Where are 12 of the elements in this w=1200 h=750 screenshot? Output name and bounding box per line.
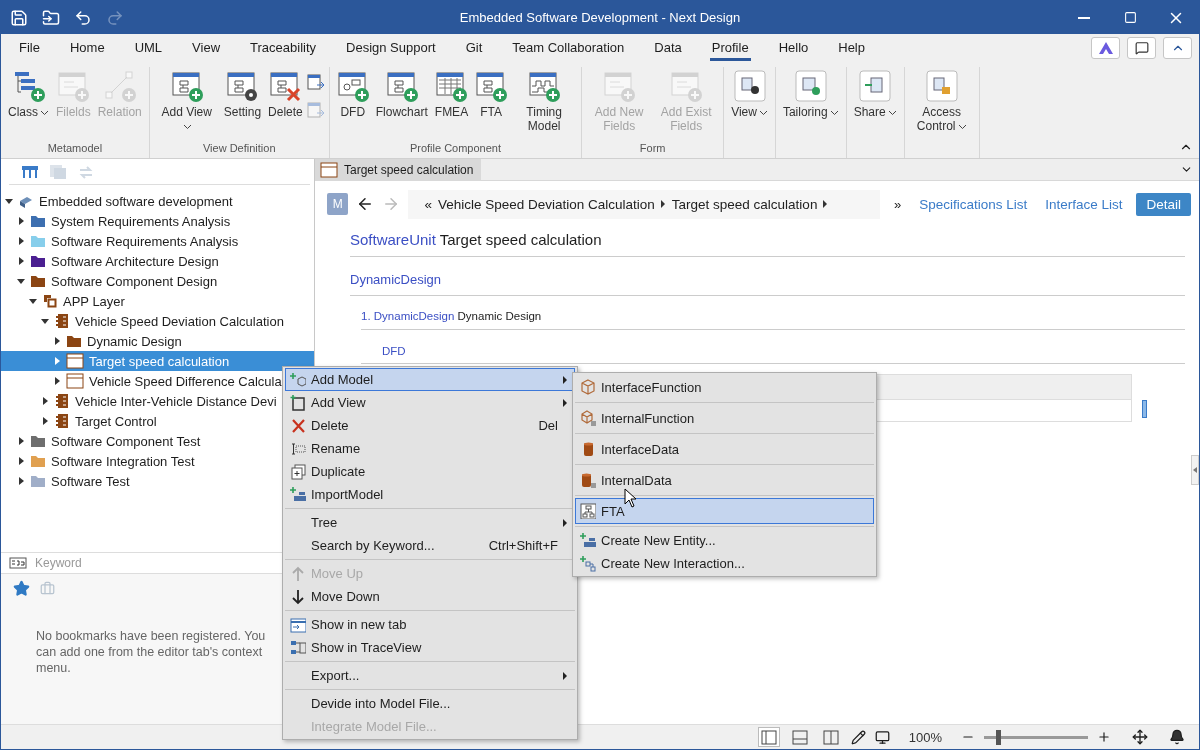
model-badge: M (327, 193, 349, 215)
ribbon-group-label: Form (638, 141, 667, 156)
ribbon-group-label: View Definition (201, 141, 277, 156)
unit-heading: SoftwareUnit Target speed calculation (350, 223, 1185, 257)
section-heading: DynamicDesign (350, 257, 1185, 296)
window-title: Embedded Software Development - Next Design (458, 10, 742, 25)
subsection-heading: DFD (361, 330, 1185, 364)
zoom-level: 100% (908, 729, 942, 745)
ribbon-group-label: Metamodel (46, 141, 104, 156)
empty-message: No bookmarks have been registered. You can add one from the editor tab's context menu. (35, 628, 267, 676)
design-item: 1. DynamicDesign Dynamic Design (361, 296, 1185, 330)
ribbon-group-label: Profile Component (408, 141, 502, 156)
